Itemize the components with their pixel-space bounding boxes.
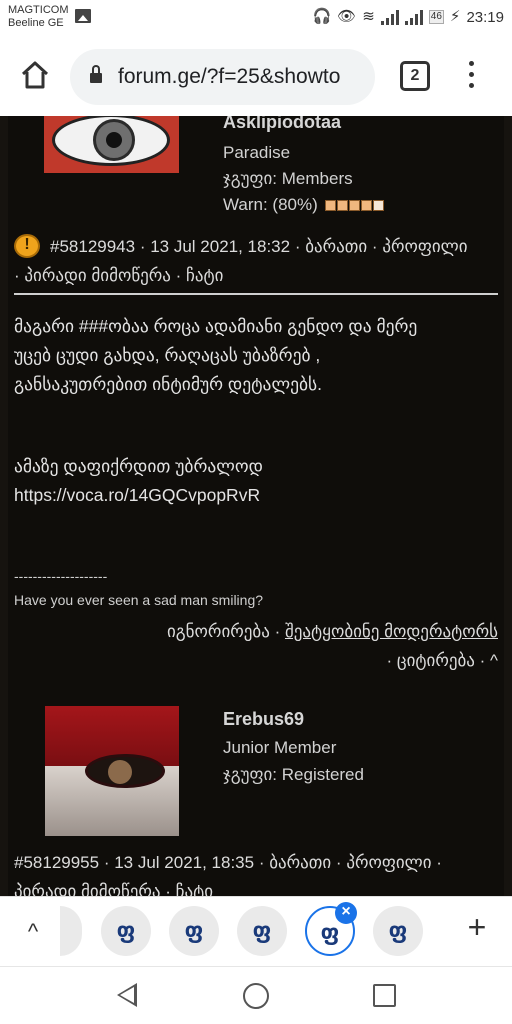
tab-favicon[interactable]: ფ — [169, 906, 219, 956]
wifi-icon: ≋ — [362, 8, 375, 25]
signal-icon — [380, 9, 399, 25]
signal-icon-2 — [404, 9, 423, 25]
carrier-info: MAGTICOM Beeline GE — [8, 4, 69, 30]
tab-switcher-button[interactable]: 2 — [400, 61, 430, 91]
post-meta-line1[interactable]: #58129955 · 13 Jul 2021, 18:35 · ბარათი … — [14, 848, 442, 877]
warn-label: Warn: (80%) — [223, 195, 318, 214]
url-text[interactable]: forum.ge/?f=25&showto — [118, 64, 366, 90]
signature-separator: -------------------- — [14, 568, 108, 584]
post-body-line: განსაკუთრებით ინტიმურ დეტალებს. — [14, 374, 323, 394]
carrier-name: MAGTICOM — [8, 4, 69, 16]
post-meta-line1[interactable]: #58129943 · 13 Jul 2021, 18:32 · ბარათი … — [50, 232, 468, 261]
tab-favicon[interactable] — [60, 906, 82, 956]
user-rank: Junior Member — [223, 738, 337, 757]
post-body-line: მაგარი ###ობაა როცა ადამიანი გენდო და მე… — [14, 316, 418, 336]
post-body-line: ამაზე დაფიქრდით უბრალოდ — [14, 456, 263, 476]
clock: 23:19 — [466, 8, 504, 26]
forum-post: Erebus69 Junior Member ჯგუფი: Registered… — [8, 696, 504, 896]
signature-text: Have you ever seen a sad man smiling? — [14, 592, 264, 608]
battery-charging-icon: ⚡ — [449, 8, 461, 25]
post-body-line: უცებ ცუდი გახდა, რაღაცას უბაზრებ , — [14, 345, 321, 365]
collapse-tabs-button[interactable]: ^ — [18, 917, 48, 947]
back-icon[interactable] — [117, 983, 137, 1007]
headphones-icon: 🎧 — [312, 8, 332, 25]
ignore-link[interactable]: იგნორირება · — [167, 622, 285, 641]
post-meta-line2[interactable]: პირადი მიმოწერა · ჩატი — [14, 877, 213, 896]
tab-strip: ^ ფ ფ ფ ფ × ფ + — [0, 896, 512, 966]
warning-icon: ! — [14, 234, 40, 258]
user-avatar[interactable] — [44, 116, 179, 173]
carrier-secondary: Beeline GE — [8, 17, 64, 29]
overflow-menu-button[interactable] — [462, 58, 482, 92]
system-navigation-bar — [0, 966, 512, 1024]
eye-icon: 👁 — [337, 8, 357, 25]
network-type-badge: 46 — [428, 10, 444, 24]
recent-apps-icon[interactable] — [373, 984, 396, 1007]
post-username[interactable]: Asklipiodotaa — [223, 116, 341, 133]
home-icon — [21, 61, 49, 89]
tab-favicon[interactable]: ფ — [237, 906, 287, 956]
image-notification-icon — [75, 9, 91, 23]
close-tab-icon[interactable]: × — [335, 902, 357, 924]
home-button[interactable] — [18, 58, 52, 92]
report-moderator-link[interactable]: შეატყობინე მოდერატორს — [285, 622, 498, 641]
post-meta-line2[interactable]: · პირადი მიმოწერა · ჩატი — [14, 261, 223, 290]
status-icons: 🎧 👁 ≋ 46 ⚡ 23:19 — [312, 6, 504, 28]
quote-link[interactable]: · ციტირება · ^ — [387, 651, 499, 671]
user-rank: Paradise — [223, 143, 291, 162]
post-link[interactable]: https://voca.ro/14GQCvpopRvR — [14, 481, 498, 510]
user-avatar[interactable] — [45, 706, 179, 836]
post-divider — [14, 293, 498, 295]
warn-level-indicator — [324, 200, 384, 212]
post-username[interactable]: Erebus69 — [223, 709, 304, 730]
post-actions: იგნორირება · შეატყობინე მოდერატორს — [167, 622, 498, 642]
user-warn: Warn: (80%) — [223, 195, 384, 215]
lock-icon — [90, 65, 102, 84]
new-tab-button[interactable]: + — [462, 911, 492, 943]
forum-content: Asklipiodotaa Paradise ჯგუფი: Members Wa… — [0, 116, 512, 896]
browser-toolbar: forum.ge/?f=25&showto 2 — [0, 36, 512, 116]
status-bar: MAGTICOM Beeline GE 🎧 👁 ≋ 46 ⚡ 23:19 — [0, 0, 512, 36]
tab-favicon[interactable]: ფ — [373, 906, 423, 956]
address-bar[interactable]: forum.ge/?f=25&showto — [70, 49, 375, 105]
home-circle-icon[interactable] — [243, 983, 269, 1009]
user-group: ჯგუფი: Members — [223, 169, 353, 188]
user-group: ჯგუფი: Registered — [223, 765, 364, 784]
tab-favicon[interactable]: ფ — [101, 906, 151, 956]
